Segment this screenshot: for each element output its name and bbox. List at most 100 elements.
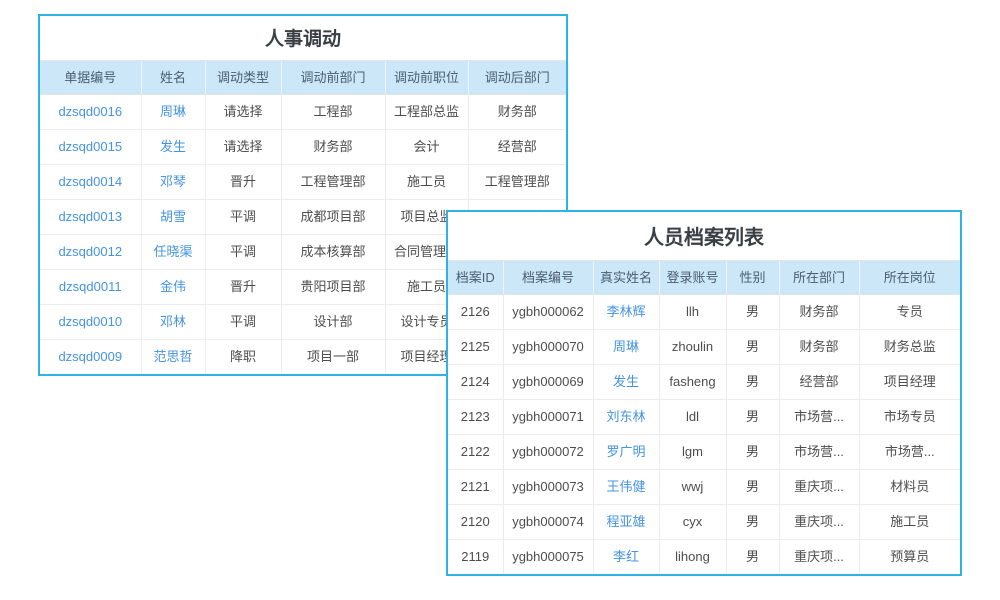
table-cell: 李林辉 (593, 295, 659, 330)
table-cell: 平调 (205, 235, 281, 270)
table-cell: 工程管理部 (281, 165, 385, 200)
table-cell: 市场营... (779, 435, 859, 470)
table-row: dzsqd0016周琳请选择工程部工程部总监财务部 (40, 95, 566, 130)
table-cell: ygbh000070 (503, 330, 593, 365)
column-header: 调动前职位 (385, 61, 468, 95)
column-header: 调动后部门 (468, 61, 566, 95)
table-cell: 重庆项... (779, 540, 859, 575)
header-row: 单据编号姓名调动类型调动前部门调动前职位调动后部门 (40, 61, 566, 95)
table-row: 2125ygbh000070 周琳 zhoulin男财务部财务总监 (448, 330, 960, 365)
record-link[interactable]: dzsqd0012 (58, 244, 122, 259)
table-cell: 平调 (205, 200, 281, 235)
table-cell: 周琳 (593, 330, 659, 365)
record-link[interactable]: 发生 (613, 374, 639, 389)
record-link[interactable]: 邓琴 (160, 174, 186, 189)
table-cell: 市场营... (779, 400, 859, 435)
table-cell: 男 (726, 470, 779, 505)
table-cell: 项目一部 (281, 340, 385, 375)
column-header: 所在部门 (779, 261, 859, 295)
table-cell: 财务总监 (859, 330, 960, 365)
column-header: 真实姓名 (593, 261, 659, 295)
record-link[interactable]: 金伟 (160, 279, 186, 294)
table-cell: 男 (726, 400, 779, 435)
table-cell: ygbh000069 (503, 365, 593, 400)
table-cell: 市场专员 (859, 400, 960, 435)
panel-personnel-archives: 人员档案列表 档案ID档案编号真实姓名登录账号性别所在部门所在岗位 2126yg… (446, 210, 962, 576)
transfers-table-header: 单据编号姓名调动类型调动前部门调动前职位调动后部门 (40, 61, 566, 95)
table-cell: 平调 (205, 305, 281, 340)
table-row: 2124ygbh000069发生fasheng男经营部项目经理 (448, 365, 960, 400)
table-cell: ygbh000073 (503, 470, 593, 505)
page-background: { "colors": { "border": "#2fb2e6", "head… (0, 0, 1000, 600)
column-header: 调动前部门 (281, 61, 385, 95)
record-link[interactable]: 周琳 (613, 339, 639, 354)
table-cell: 2125 (448, 330, 503, 365)
panel-title-transfers: 人事调动 (40, 16, 566, 61)
record-link[interactable]: dzsqd0014 (58, 174, 122, 189)
table-cell: 晋升 (205, 165, 281, 200)
record-link[interactable]: 周琳 (160, 104, 186, 119)
table-cell: 降职 (205, 340, 281, 375)
table-cell: 设计部 (281, 305, 385, 340)
table-cell: 金伟 (141, 270, 205, 305)
table-cell: 请选择 (205, 130, 281, 165)
record-link[interactable]: 李红 (613, 549, 639, 564)
table-cell: 项目经理 (859, 365, 960, 400)
table-cell: ygbh000074 (503, 505, 593, 540)
table-cell: 2121 (448, 470, 503, 505)
record-link[interactable]: dzsqd0015 (58, 139, 122, 154)
column-header: 所在岗位 (859, 261, 960, 295)
column-header: 单据编号 (40, 61, 141, 95)
table-cell: 重庆项... (779, 470, 859, 505)
header-row: 档案ID档案编号真实姓名登录账号性别所在部门所在岗位 (448, 261, 960, 295)
table-cell: cyx (659, 505, 726, 540)
table-cell: dzsqd0016 (40, 95, 141, 130)
table-cell: 李红 (593, 540, 659, 575)
table-cell: 胡雪 (141, 200, 205, 235)
record-link[interactable]: dzsqd0013 (58, 209, 122, 224)
column-header: 姓名 (141, 61, 205, 95)
table-cell: 2123 (448, 400, 503, 435)
table-cell: 贵阳项目部 (281, 270, 385, 305)
table-cell: zhoulin (659, 330, 726, 365)
record-link[interactable]: dzsqd0016 (58, 104, 122, 119)
record-link[interactable]: 胡雪 (160, 209, 186, 224)
table-cell: 成本核算部 (281, 235, 385, 270)
record-link[interactable]: dzsqd0009 (58, 349, 122, 364)
record-link[interactable]: 发生 (160, 139, 186, 154)
record-link[interactable]: 程亚雄 (606, 514, 645, 529)
record-link[interactable]: dzsqd0011 (59, 279, 122, 294)
record-link[interactable]: dzsqd0010 (58, 314, 122, 329)
archives-table-header: 档案ID档案编号真实姓名登录账号性别所在部门所在岗位 (448, 261, 960, 295)
table-cell: 会计 (385, 130, 468, 165)
table-cell: 男 (726, 295, 779, 330)
record-link[interactable]: 李林辉 (606, 304, 645, 319)
table-cell: dzsqd0014 (40, 165, 141, 200)
table-cell: 任晓渠 (141, 235, 205, 270)
table-cell: 2124 (448, 365, 503, 400)
table-cell: 成都项目部 (281, 200, 385, 235)
table-cell: 邓林 (141, 305, 205, 340)
table-cell: 施工员 (859, 505, 960, 540)
table-cell: wwj (659, 470, 726, 505)
table-cell: 财务部 (281, 130, 385, 165)
record-link[interactable]: 邓林 (160, 314, 186, 329)
table-row: 2121ygbh000073王伟健wwj男重庆项...材料员 (448, 470, 960, 505)
table-cell: 周琳 (141, 95, 205, 130)
table-cell: 2126 (448, 295, 503, 330)
table-cell: 2122 (448, 435, 503, 470)
table-cell: lgm (659, 435, 726, 470)
record-link[interactable]: 王伟健 (606, 479, 645, 494)
record-link[interactable]: 刘东林 (606, 409, 645, 424)
table-cell: dzsqd0012 (40, 235, 141, 270)
record-link[interactable]: 罗广明 (606, 444, 645, 459)
table-cell: 工程部总监 (385, 95, 468, 130)
table-cell: 男 (726, 330, 779, 365)
table-cell: 财务部 (779, 295, 859, 330)
table-cell: 财务部 (779, 330, 859, 365)
record-link[interactable]: 任晓渠 (153, 244, 192, 259)
table-cell: 市场营... (859, 435, 960, 470)
record-link[interactable]: 范思哲 (153, 349, 192, 364)
table-cell: 预算员 (859, 540, 960, 575)
table-cell: 工程管理部 (468, 165, 566, 200)
